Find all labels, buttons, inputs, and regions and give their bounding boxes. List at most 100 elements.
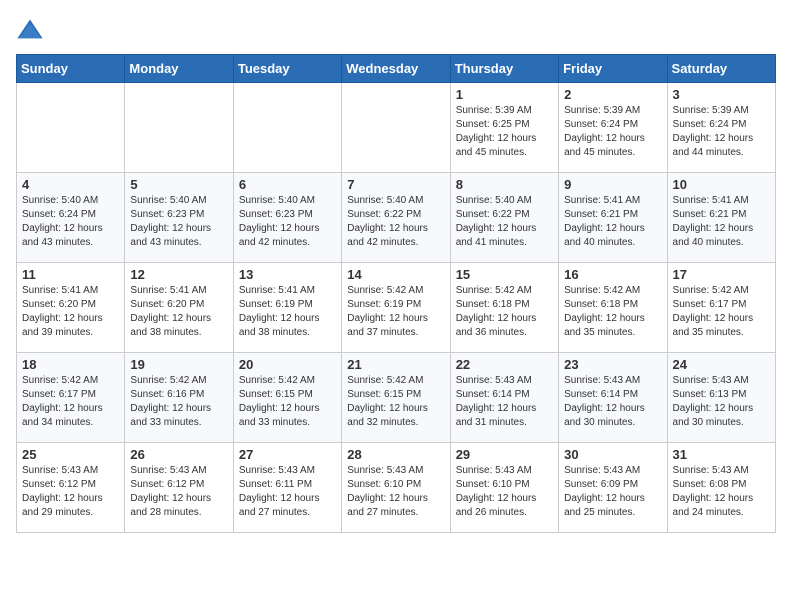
day-of-week-header: Tuesday [233,55,341,83]
calendar-cell: 26 Sunrise: 5:43 AM Sunset: 6:12 PM Dayli… [125,443,233,533]
day-info: Sunrise: 5:40 AM Sunset: 6:23 PM Dayligh… [239,194,336,250]
calendar-header-row: SundayMondayTuesdayWednesdayThursdayFrid… [17,55,776,83]
day-number: 22 [456,357,553,372]
day-info: Sunrise: 5:43 AM Sunset: 6:12 PM Dayligh… [130,464,227,520]
day-info: Sunrise: 5:42 AM Sunset: 6:17 PM Dayligh… [673,284,770,340]
calendar-cell [233,83,341,173]
day-number: 25 [22,447,119,462]
day-number: 18 [22,357,119,372]
calendar-cell: 21 Sunrise: 5:42 AM Sunset: 6:15 PM Dayli… [342,353,450,443]
calendar-cell [125,83,233,173]
day-of-week-header: Friday [559,55,667,83]
calendar: SundayMondayTuesdayWednesdayThursdayFrid… [16,54,776,533]
calendar-week-row: 18 Sunrise: 5:42 AM Sunset: 6:17 PM Dayli… [17,353,776,443]
day-number: 27 [239,447,336,462]
day-number: 31 [673,447,770,462]
calendar-cell [342,83,450,173]
day-of-week-header: Sunday [17,55,125,83]
day-info: Sunrise: 5:43 AM Sunset: 6:09 PM Dayligh… [564,464,661,520]
day-info: Sunrise: 5:43 AM Sunset: 6:14 PM Dayligh… [456,374,553,430]
day-info: Sunrise: 5:40 AM Sunset: 6:24 PM Dayligh… [22,194,119,250]
day-info: Sunrise: 5:43 AM Sunset: 6:10 PM Dayligh… [347,464,444,520]
day-number: 2 [564,87,661,102]
day-info: Sunrise: 5:41 AM Sunset: 6:19 PM Dayligh… [239,284,336,340]
calendar-cell: 25 Sunrise: 5:43 AM Sunset: 6:12 PM Dayli… [17,443,125,533]
calendar-cell: 10Sunrise: 5:41 AM Sunset: 6:21 PM Dayli… [667,173,775,263]
day-number: 3 [673,87,770,102]
day-info: Sunrise: 5:40 AM Sunset: 6:22 PM Dayligh… [347,194,444,250]
day-number: 9 [564,177,661,192]
day-number: 30 [564,447,661,462]
calendar-cell [17,83,125,173]
day-info: Sunrise: 5:43 AM Sunset: 6:14 PM Dayligh… [564,374,661,430]
day-number: 15 [456,267,553,282]
day-number: 1 [456,87,553,102]
day-number: 28 [347,447,444,462]
calendar-cell: 22 Sunrise: 5:43 AM Sunset: 6:14 PM Dayli… [450,353,558,443]
day-info: Sunrise: 5:42 AM Sunset: 6:17 PM Dayligh… [22,374,119,430]
calendar-cell: 29 Sunrise: 5:43 AM Sunset: 6:10 PM Dayli… [450,443,558,533]
day-info: Sunrise: 5:42 AM Sunset: 6:18 PM Dayligh… [564,284,661,340]
day-number: 20 [239,357,336,372]
day-number: 19 [130,357,227,372]
calendar-cell: 28 Sunrise: 5:43 AM Sunset: 6:10 PM Dayli… [342,443,450,533]
day-number: 26 [130,447,227,462]
calendar-week-row: 25 Sunrise: 5:43 AM Sunset: 6:12 PM Dayli… [17,443,776,533]
day-number: 5 [130,177,227,192]
calendar-cell: 2 Sunrise: 5:39 AM Sunset: 6:24 PM Daylig… [559,83,667,173]
day-of-week-header: Saturday [667,55,775,83]
day-number: 16 [564,267,661,282]
day-info: Sunrise: 5:42 AM Sunset: 6:15 PM Dayligh… [347,374,444,430]
day-number: 21 [347,357,444,372]
calendar-cell: 5 Sunrise: 5:40 AM Sunset: 6:23 PM Daylig… [125,173,233,263]
calendar-cell: 11 Sunrise: 5:41 AM Sunset: 6:20 PM Dayli… [17,263,125,353]
logo [16,16,48,44]
day-info: Sunrise: 5:43 AM Sunset: 6:12 PM Dayligh… [22,464,119,520]
day-info: Sunrise: 5:43 AM Sunset: 6:11 PM Dayligh… [239,464,336,520]
calendar-cell: 23 Sunrise: 5:43 AM Sunset: 6:14 PM Dayli… [559,353,667,443]
day-info: Sunrise: 5:42 AM Sunset: 6:16 PM Dayligh… [130,374,227,430]
calendar-cell: 6Sunrise: 5:40 AM Sunset: 6:23 PM Daylig… [233,173,341,263]
day-number: 12 [130,267,227,282]
day-info: Sunrise: 5:41 AM Sunset: 6:21 PM Dayligh… [673,194,770,250]
day-info: Sunrise: 5:39 AM Sunset: 6:24 PM Dayligh… [673,104,770,160]
day-info: Sunrise: 5:39 AM Sunset: 6:24 PM Dayligh… [564,104,661,160]
calendar-cell: 4Sunrise: 5:40 AM Sunset: 6:24 PM Daylig… [17,173,125,263]
day-number: 24 [673,357,770,372]
calendar-cell: 1 Sunrise: 5:39 AM Sunset: 6:25 PM Daylig… [450,83,558,173]
calendar-week-row: 11 Sunrise: 5:41 AM Sunset: 6:20 PM Dayli… [17,263,776,353]
day-info: Sunrise: 5:42 AM Sunset: 6:18 PM Dayligh… [456,284,553,340]
calendar-cell: 18 Sunrise: 5:42 AM Sunset: 6:17 PM Dayli… [17,353,125,443]
calendar-cell: 13 Sunrise: 5:41 AM Sunset: 6:19 PM Dayli… [233,263,341,353]
day-info: Sunrise: 5:41 AM Sunset: 6:21 PM Dayligh… [564,194,661,250]
calendar-cell: 9 Sunrise: 5:41 AM Sunset: 6:21 PM Daylig… [559,173,667,263]
day-number: 13 [239,267,336,282]
calendar-cell: 16 Sunrise: 5:42 AM Sunset: 6:18 PM Dayli… [559,263,667,353]
day-info: Sunrise: 5:43 AM Sunset: 6:08 PM Dayligh… [673,464,770,520]
calendar-cell: 31 Sunrise: 5:43 AM Sunset: 6:08 PM Dayli… [667,443,775,533]
calendar-cell: 14Sunrise: 5:42 AM Sunset: 6:19 PM Dayli… [342,263,450,353]
day-of-week-header: Wednesday [342,55,450,83]
header [16,16,776,44]
calendar-cell: 19 Sunrise: 5:42 AM Sunset: 6:16 PM Dayli… [125,353,233,443]
calendar-cell: 27 Sunrise: 5:43 AM Sunset: 6:11 PM Dayli… [233,443,341,533]
day-info: Sunrise: 5:43 AM Sunset: 6:10 PM Dayligh… [456,464,553,520]
day-number: 11 [22,267,119,282]
day-number: 8 [456,177,553,192]
calendar-cell: 3 Sunrise: 5:39 AM Sunset: 6:24 PM Daylig… [667,83,775,173]
day-info: Sunrise: 5:41 AM Sunset: 6:20 PM Dayligh… [22,284,119,340]
day-number: 7 [347,177,444,192]
day-info: Sunrise: 5:42 AM Sunset: 6:15 PM Dayligh… [239,374,336,430]
day-info: Sunrise: 5:40 AM Sunset: 6:22 PM Dayligh… [456,194,553,250]
day-number: 29 [456,447,553,462]
calendar-cell: 24Sunrise: 5:43 AM Sunset: 6:13 PM Dayli… [667,353,775,443]
day-of-week-header: Monday [125,55,233,83]
day-info: Sunrise: 5:40 AM Sunset: 6:23 PM Dayligh… [130,194,227,250]
calendar-cell: 7 Sunrise: 5:40 AM Sunset: 6:22 PM Daylig… [342,173,450,263]
day-number: 23 [564,357,661,372]
day-of-week-header: Thursday [450,55,558,83]
day-info: Sunrise: 5:39 AM Sunset: 6:25 PM Dayligh… [456,104,553,160]
day-info: Sunrise: 5:41 AM Sunset: 6:20 PM Dayligh… [130,284,227,340]
logo-icon [16,16,44,44]
day-info: Sunrise: 5:42 AM Sunset: 6:19 PM Dayligh… [347,284,444,340]
